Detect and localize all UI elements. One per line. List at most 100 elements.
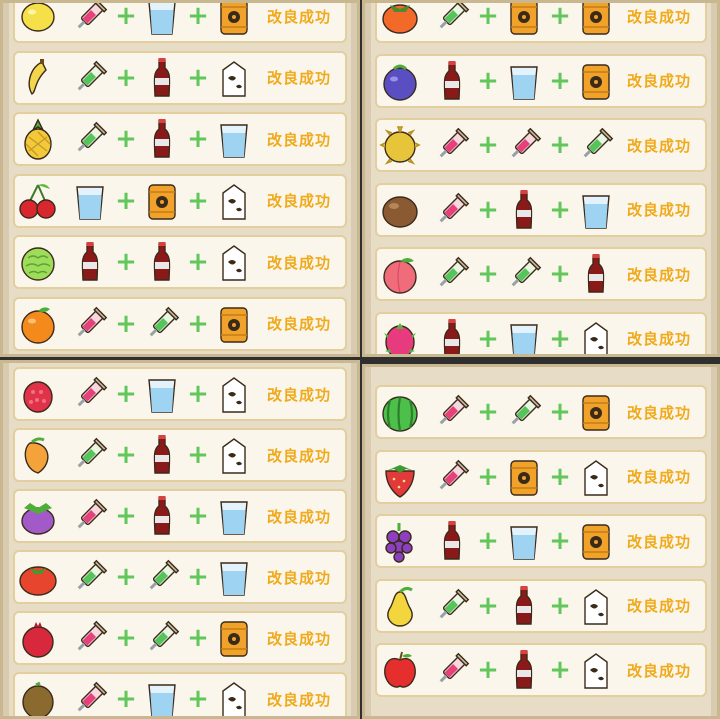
success-label: 改良成功 — [626, 136, 691, 155]
plus-icon: + — [187, 501, 209, 531]
syringe-green-icon — [429, 251, 475, 297]
water-glass-icon — [67, 178, 113, 224]
recipe-row[interactable]: + + 改良成功 — [375, 578, 707, 633]
dragon-fruit-icon — [377, 316, 423, 354]
kiwi-icon — [15, 676, 61, 716]
recipe-row[interactable]: + + 改良成功 — [375, 311, 707, 354]
recipe-row[interactable]: + + 改良成功 — [13, 296, 347, 351]
syringe-green-icon — [67, 432, 113, 478]
cola-bottle-icon — [139, 493, 185, 539]
plus-icon: + — [549, 397, 571, 427]
cola-bottle-icon — [429, 316, 475, 354]
plus-icon: + — [187, 379, 209, 409]
success-label: 改良成功 — [266, 192, 331, 210]
milk-carton-icon — [573, 647, 619, 693]
recipe-row[interactable]: + + 改良成功 — [13, 550, 347, 604]
syringe-green-icon — [429, 583, 475, 629]
cola-bottle-icon — [501, 583, 547, 629]
orange-icon — [15, 301, 61, 347]
recipe-row[interactable]: + + 改良成功 — [13, 50, 347, 105]
success-label: 改良成功 — [266, 690, 331, 709]
plus-icon: + — [477, 655, 499, 685]
recipe-row[interactable]: + + 改良成功 — [375, 514, 707, 568]
success-label: 改良成功 — [266, 130, 331, 149]
success-label: 改良成功 — [626, 330, 691, 348]
syringe-pink-icon — [429, 454, 475, 500]
success-label: 改良成功 — [626, 597, 691, 615]
recipe-row[interactable]: + + 改良成功 — [13, 367, 347, 421]
plus-icon: + — [549, 590, 571, 621]
grape-icon — [377, 518, 423, 564]
syringe-green-icon — [573, 122, 619, 168]
plus-icon: + — [187, 562, 209, 592]
water-glass-icon — [211, 554, 257, 600]
plus-icon: + — [549, 461, 571, 492]
recipe-row[interactable]: + + 改良成功 — [13, 611, 347, 665]
plus-icon: + — [549, 65, 571, 96]
pineapple-icon — [15, 116, 61, 162]
recipe-row[interactable]: + + 改良成功 — [13, 672, 347, 716]
mangosteen-icon — [15, 493, 61, 539]
plus-icon: + — [187, 440, 209, 470]
success-label: 改良成功 — [266, 253, 331, 272]
recipe-row[interactable]: + + 改良成功 — [375, 53, 707, 108]
peach-icon — [377, 251, 423, 297]
success-label: 改良成功 — [626, 403, 691, 422]
recipe-panel-top-left: + + 改良成功 + + 改良成功 + + 改良成功 + + 改良成功 + + 改良成功 + + 改良成功 — [0, 0, 360, 357]
custard-apple-icon — [15, 239, 61, 285]
radioactive-barrel-icon — [211, 3, 257, 39]
plus-icon: + — [115, 62, 137, 93]
syringe-green-icon — [501, 251, 547, 297]
plus-icon: + — [549, 1, 571, 31]
recipe-row[interactable]: + + 改良成功 — [375, 118, 707, 172]
syringe-green-icon — [429, 3, 475, 39]
recipe-panel-bottom-left: + + 改良成功 + + 改良成功 + + 改良成功 + + 改良成功 + + 改良成功 + + 改良成功 — [0, 360, 360, 719]
plus-icon: + — [549, 130, 571, 160]
plus-icon: + — [477, 323, 499, 354]
plus-icon: + — [187, 684, 209, 714]
recipe-row[interactable]: + + 改良成功 — [375, 247, 707, 301]
radioactive-barrel-icon — [501, 3, 547, 39]
milk-carton-icon — [211, 432, 257, 478]
plus-icon: + — [115, 440, 137, 470]
water-glass-icon — [139, 371, 185, 417]
water-glass-icon — [501, 58, 547, 104]
success-label: 改良成功 — [626, 532, 691, 551]
recipe-row[interactable]: + + 改良成功 — [13, 235, 347, 289]
radioactive-barrel-icon — [573, 58, 619, 104]
syringe-pink-icon — [67, 301, 113, 347]
recipe-row[interactable]: + + 改良成功 — [375, 182, 707, 237]
watermelon-icon — [377, 389, 423, 435]
recipe-row[interactable]: + + 改良成功 — [375, 1, 707, 43]
plus-icon: + — [549, 655, 571, 685]
cola-bottle-icon — [139, 239, 185, 285]
recipe-panel-top-right: + + 改良成功 + + 改良成功 + + 改良成功 + + 改良成功 + + 改良成功 + + 改良成功 — [362, 0, 720, 357]
success-label: 改良成功 — [626, 265, 691, 284]
water-glass-icon — [139, 676, 185, 716]
plus-icon: + — [115, 562, 137, 592]
recipe-row[interactable]: + + 改良成功 — [13, 428, 347, 482]
water-glass-icon — [211, 493, 257, 539]
plus-icon: + — [549, 194, 571, 225]
recipe-row[interactable]: + + 改良成功 — [13, 489, 347, 543]
recipe-row[interactable]: + + 改良成功 — [13, 112, 347, 166]
syringe-pink-icon — [429, 122, 475, 168]
success-label: 改良成功 — [626, 468, 691, 486]
cola-bottle-icon — [501, 187, 547, 233]
recipe-row[interactable]: + + 改良成功 — [13, 173, 347, 228]
plus-icon: + — [115, 379, 137, 409]
milk-carton-icon — [211, 239, 257, 285]
plus-icon: + — [115, 501, 137, 531]
success-label: 改良成功 — [626, 661, 691, 680]
milk-carton-icon — [211, 55, 257, 101]
recipe-row[interactable]: + + 改良成功 — [375, 449, 707, 504]
milk-carton-icon — [573, 454, 619, 500]
syringe-pink-icon — [429, 389, 475, 435]
plus-icon: + — [187, 124, 209, 154]
recipe-row[interactable]: + + 改良成功 — [13, 1, 347, 43]
plus-icon: + — [187, 1, 209, 31]
success-label: 改良成功 — [266, 7, 331, 26]
plus-icon: + — [477, 259, 499, 289]
recipe-row[interactable]: + + 改良成功 — [375, 385, 707, 439]
recipe-row[interactable]: + + 改良成功 — [375, 643, 707, 697]
